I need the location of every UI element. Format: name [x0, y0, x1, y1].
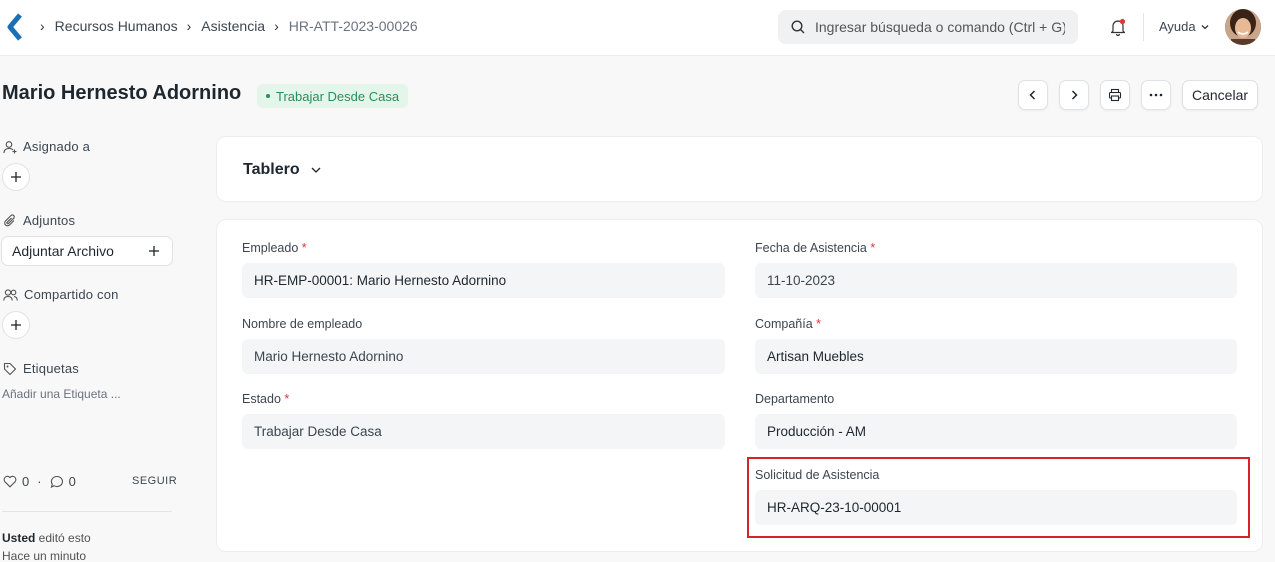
next-doc-button[interactable]	[1059, 80, 1089, 110]
search-icon	[791, 20, 805, 34]
status-badge-label: Trabajar Desde Casa	[276, 88, 400, 104]
attachments-label: Adjuntos	[23, 213, 76, 228]
navbar: › Recursos Humanos › Asistencia › HR-ATT…	[0, 0, 1275, 56]
heart-icon[interactable]	[3, 475, 17, 488]
dashboard-title: Tablero	[243, 161, 300, 178]
breadcrumb-recursos-humanos[interactable]: Recursos Humanos	[55, 18, 178, 34]
help-label: Ayuda	[1159, 19, 1196, 34]
breadcrumb: › Recursos Humanos › Asistencia › HR-ATT…	[40, 18, 418, 34]
navbar-divider	[1143, 13, 1144, 41]
previous-doc-button[interactable]	[1018, 80, 1048, 110]
highlight-box	[747, 457, 1250, 538]
social-stats: 0 · 0	[3, 474, 76, 489]
company-field[interactable]: Artisan Muebles	[755, 339, 1237, 374]
status-field-label: Estado *	[242, 392, 289, 406]
activity-action: editó esto	[35, 531, 91, 545]
chevron-right-icon: ›	[274, 18, 279, 34]
app-logo-icon[interactable]	[6, 13, 26, 41]
search-bar[interactable]	[778, 10, 1078, 44]
chevron-down-icon	[311, 167, 321, 173]
chevron-right-icon	[1071, 90, 1078, 100]
employee-field[interactable]: HR-EMP-00001: Mario Hernesto Adornino	[242, 263, 725, 298]
paperclip-icon	[4, 213, 15, 226]
employee-name-label: Nombre de empleado	[242, 317, 363, 331]
status-field[interactable]: Trabajar Desde Casa	[242, 414, 725, 449]
attachments-section: Adjuntos	[3, 213, 75, 228]
activity-log: Usted editó esto Hace un minuto	[2, 529, 91, 562]
status-badge: Trabajar Desde Casa	[257, 84, 409, 108]
company-field-label: Compañía *	[755, 317, 821, 331]
attendance-date-field[interactable]: 11-10-2023	[755, 263, 1237, 298]
status-dot-icon	[266, 94, 270, 98]
sidebar-divider	[2, 511, 172, 512]
add-tag-link[interactable]: Añadir una Etiqueta ...	[2, 387, 121, 401]
status-label-text: Estado	[242, 392, 281, 406]
required-marker: *	[870, 241, 876, 255]
printer-icon	[1108, 88, 1122, 102]
company-label-text: Compañía	[755, 317, 813, 331]
add-share-button[interactable]	[2, 311, 30, 339]
search-input[interactable]	[815, 19, 1065, 35]
stats-separator: ·	[37, 474, 42, 489]
user-avatar[interactable]	[1225, 9, 1261, 45]
required-marker: *	[816, 317, 822, 331]
attach-file-label: Adjuntar Archivo	[12, 243, 114, 259]
shared-with-section: Compartido con	[3, 287, 119, 302]
comment-icon[interactable]	[50, 475, 64, 489]
users-icon	[3, 288, 18, 301]
activity-line: Usted editó esto	[2, 529, 91, 547]
breadcrumb-asistencia[interactable]: Asistencia	[201, 18, 265, 34]
shared-with-label: Compartido con	[24, 287, 119, 302]
notification-bell-icon[interactable]	[1108, 17, 1128, 37]
comments-count: 0	[68, 474, 76, 489]
employee-name-field: Mario Hernesto Adornino	[242, 339, 725, 374]
tags-label: Etiquetas	[23, 361, 80, 376]
attendance-date-label: Fecha de Asistencia *	[755, 241, 875, 255]
assigned-to-section: Asignado a	[3, 139, 90, 154]
attach-file-button[interactable]: Adjuntar Archivo	[1, 236, 173, 266]
tag-icon	[3, 362, 17, 375]
tags-section: Etiquetas	[3, 361, 79, 376]
chevron-right-icon: ›	[40, 18, 45, 34]
assigned-to-label: Asignado a	[23, 139, 91, 154]
follow-button[interactable]: SEGUIR	[132, 475, 177, 487]
dashboard-toggle[interactable]: Tablero	[243, 161, 322, 179]
likes-count: 0	[22, 474, 30, 489]
chevron-down-icon	[1201, 24, 1209, 29]
breadcrumb-current-doc[interactable]: HR-ATT-2023-00026	[289, 18, 418, 34]
required-marker: *	[301, 241, 307, 255]
plus-icon	[11, 320, 21, 330]
more-horizontal-icon	[1149, 93, 1163, 97]
activity-user[interactable]: Usted	[2, 531, 35, 545]
cancel-button[interactable]: Cancelar	[1182, 80, 1258, 110]
employee-field-label: Empleado *	[242, 241, 307, 255]
avatar-image-icon	[1225, 9, 1261, 45]
page-title: Mario Hernesto Adornino	[2, 82, 242, 104]
help-dropdown[interactable]: Ayuda	[1159, 19, 1210, 34]
more-actions-button[interactable]	[1141, 80, 1171, 110]
add-assignee-button[interactable]	[2, 163, 30, 191]
activity-time: Hace un minuto	[2, 549, 87, 562]
print-button[interactable]	[1100, 80, 1130, 110]
plus-icon	[11, 172, 21, 182]
chevron-left-icon	[1029, 90, 1036, 100]
department-field[interactable]: Producción - AM	[755, 414, 1237, 449]
user-add-icon	[3, 140, 17, 153]
attendance-date-label-text: Fecha de Asistencia	[755, 241, 867, 255]
plus-icon	[149, 246, 159, 256]
required-marker: *	[284, 392, 290, 406]
dashboard-card: Tablero	[216, 136, 1263, 202]
chevron-right-icon: ›	[186, 18, 192, 34]
department-field-label: Departamento	[755, 392, 835, 406]
employee-label-text: Empleado	[242, 241, 299, 255]
